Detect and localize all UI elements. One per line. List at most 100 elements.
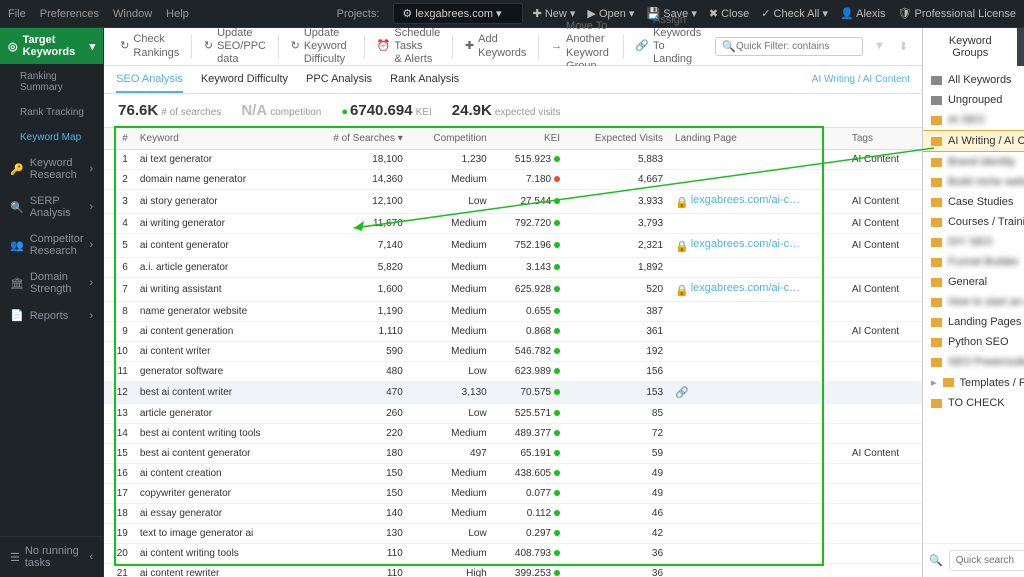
group-item[interactable]: AI Writing / AI Content 58: [923, 130, 1024, 152]
group-item[interactable]: SEO Powersuite 0: [923, 352, 1024, 372]
group-item[interactable]: Courses / Training 0: [923, 212, 1024, 232]
sidebar-section-reports[interactable]: 📄Reports›: [0, 302, 103, 329]
cell-landing-page: [669, 544, 846, 564]
filter-icon[interactable]: ▼: [874, 40, 885, 53]
tab-landing-pages[interactable]: Landing Pages: [1017, 28, 1024, 66]
table-row[interactable]: 5 ai content generator 7,140 Medium 752.…: [104, 234, 922, 258]
chevron-left-icon: ‹: [90, 551, 94, 563]
sidebar-item-rank-tracking[interactable]: Rank Tracking: [0, 100, 103, 125]
cell-num: 14: [104, 424, 134, 444]
menu-file[interactable]: File: [8, 8, 26, 20]
table-row[interactable]: 13 article generator 260 Low 525.571 85: [104, 404, 922, 424]
download-icon[interactable]: ⬇: [899, 40, 909, 53]
group-item[interactable]: General 6: [923, 272, 1024, 292]
table-row[interactable]: 18 ai essay generator 140 Medium 0.112 4…: [104, 504, 922, 524]
col-expected-visits[interactable]: Expected Visits: [566, 128, 669, 150]
group-name: Build niche websites: [948, 176, 1024, 188]
sidebar-section-serp-analysis[interactable]: 🔍SERP Analysis›: [0, 188, 103, 226]
table-row[interactable]: 19 text to image generator ai 130 Low 0.…: [104, 524, 922, 544]
table-row[interactable]: 17 copywriter generator 150 Medium 0.077…: [104, 484, 922, 504]
top-close[interactable]: ✖ Close: [709, 7, 749, 20]
group-search-input[interactable]: [949, 550, 1024, 571]
top-alexis[interactable]: 👤 Alexis: [840, 7, 886, 20]
table-row[interactable]: 21 ai content rewriter 110 High 399.253 …: [104, 564, 922, 577]
sidebar-header[interactable]: ◎ Target Keywords ▾: [0, 28, 103, 64]
cell-tags: AI Content: [846, 150, 922, 170]
top-check-all[interactable]: ✓ Check All ▾: [761, 7, 828, 20]
table-row[interactable]: 7 ai writing assistant 1,600 Medium 625.…: [104, 278, 922, 302]
cell-landing-page: [669, 322, 846, 342]
cell-competition: Medium: [409, 234, 493, 258]
sidebar-section-competitor-research[interactable]: 👥Competitor Research›: [0, 226, 103, 264]
table-row[interactable]: 20 ai content writing tools 110 Medium 4…: [104, 544, 922, 564]
tab-seo-analysis[interactable]: SEO Analysis: [116, 67, 183, 93]
lock-icon: 🔒: [675, 241, 689, 253]
tool-check[interactable]: ↻CheckRankings: [114, 29, 185, 63]
col-landing-page[interactable]: Landing Page: [669, 128, 846, 150]
table-row[interactable]: 14 best ai content writing tools 220 Med…: [104, 424, 922, 444]
table-row[interactable]: 1 ai text generator 18,100 1,230 515.923…: [104, 150, 922, 170]
table-row[interactable]: 10 ai content writer 590 Medium 546.782 …: [104, 342, 922, 362]
col-keyword[interactable]: Keyword: [134, 128, 304, 150]
group-item[interactable]: How to start an online boutique 0: [923, 292, 1024, 312]
col--[interactable]: #: [104, 128, 134, 150]
link-icon[interactable]: 🔗: [675, 387, 689, 399]
sidebar-section-keyword-research[interactable]: 🔑Keyword Research›: [0, 150, 103, 188]
tool-add[interactable]: ✚AddKeywords: [459, 29, 533, 63]
tab-rank-analysis[interactable]: Rank Analysis: [390, 67, 459, 93]
table-row[interactable]: 15 best ai content generator 180 497 65.…: [104, 444, 922, 464]
group-item[interactable]: Ungrouped 44: [923, 90, 1024, 110]
table-row[interactable]: 8 name generator website 1,190 Medium 0.…: [104, 302, 922, 322]
group-item[interactable]: DIY SEO 0: [923, 232, 1024, 252]
group-item[interactable]: All Keywords 212: [923, 70, 1024, 90]
group-item[interactable]: Case Studies 0: [923, 192, 1024, 212]
cell-searches: 11,670: [304, 214, 409, 234]
sidebar-item-keyword-map[interactable]: Keyword Map: [0, 125, 103, 150]
table-row[interactable]: 9 ai content generation 1,110 Medium 0.8…: [104, 322, 922, 342]
table-row[interactable]: 12 best ai content writer 470 3,130 70.5…: [104, 382, 922, 404]
group-item[interactable]: TO CHECK 4: [923, 393, 1024, 413]
tool-update[interactable]: ↻UpdateKeyword Difficulty: [285, 23, 359, 71]
cell-searches: 110: [304, 564, 409, 577]
group-item[interactable]: Build niche websites 0: [923, 172, 1024, 192]
cell-keyword: ai story generator: [134, 190, 304, 214]
tab-keyword-difficulty[interactable]: Keyword Difficulty: [201, 67, 288, 93]
group-item[interactable]: Python SEO 0: [923, 332, 1024, 352]
cell-visits: 2,321: [566, 234, 669, 258]
col-tags[interactable]: Tags: [846, 128, 922, 150]
keyword-table[interactable]: #Keyword# of Searches ▾CompetitionKEIExp…: [104, 128, 922, 577]
sidebar-section-domain-strength[interactable]: 🏛Domain Strength›: [0, 264, 103, 302]
group-item[interactable]: ▸ Templates / Frameworks / Downloads 0: [923, 372, 1024, 393]
tool-schedule-tasks[interactable]: ⏰Schedule Tasks& Alerts: [371, 23, 447, 71]
quick-filter-input[interactable]: [736, 41, 856, 52]
cell-tags: [846, 382, 922, 404]
group-item[interactable]: Landing Pages 0: [923, 312, 1024, 332]
menu-preferences[interactable]: Preferences: [40, 8, 99, 20]
quick-filter[interactable]: 🔍: [715, 37, 863, 56]
tab-ppc-analysis[interactable]: PPC Analysis: [306, 67, 372, 93]
breadcrumb[interactable]: AI Writing / AI Content: [812, 74, 910, 85]
col---of-searches[interactable]: # of Searches ▾: [304, 128, 409, 150]
tool-update[interactable]: ↻UpdateSEO/PPC data: [198, 23, 272, 71]
group-item[interactable]: Funnel Builder 0: [923, 252, 1024, 272]
cell-landing-page: 🔒lexgabrees.com/ai-conte...: [669, 278, 846, 302]
table-row[interactable]: 11 generator software 480 Low 623.989 15…: [104, 362, 922, 382]
cell-visits: 42: [566, 524, 669, 544]
top-professional-license[interactable]: 🛡 Professional License: [897, 7, 1016, 20]
col-kei[interactable]: KEI: [493, 128, 566, 150]
col-competition[interactable]: Competition: [409, 128, 493, 150]
table-row[interactable]: 2 domain name generator 14,360 Medium 7.…: [104, 170, 922, 190]
cell-searches: 590: [304, 342, 409, 362]
sidebar-item-ranking-summary[interactable]: Ranking Summary: [0, 64, 103, 100]
group-item[interactable]: AI SEO 0: [923, 110, 1024, 130]
cell-kei: 408.793: [493, 544, 566, 564]
tab-keyword-groups[interactable]: Keyword Groups: [923, 28, 1018, 66]
cell-keyword: ai content creation: [134, 464, 304, 484]
table-row[interactable]: 6 a.i. article generator 5,820 Medium 3.…: [104, 258, 922, 278]
table-row[interactable]: 16 ai content creation 150 Medium 438.60…: [104, 464, 922, 484]
group-item[interactable]: Brand identity 0: [923, 152, 1024, 172]
table-row[interactable]: 3 ai story generator 12,100 Low 27.544 3…: [104, 190, 922, 214]
sidebar-footer[interactable]: ☰ No running tasks ‹: [0, 536, 103, 577]
tool-icon: ↻: [291, 40, 300, 53]
table-row[interactable]: 4 ai writing generator 11,670 Medium 792…: [104, 214, 922, 234]
